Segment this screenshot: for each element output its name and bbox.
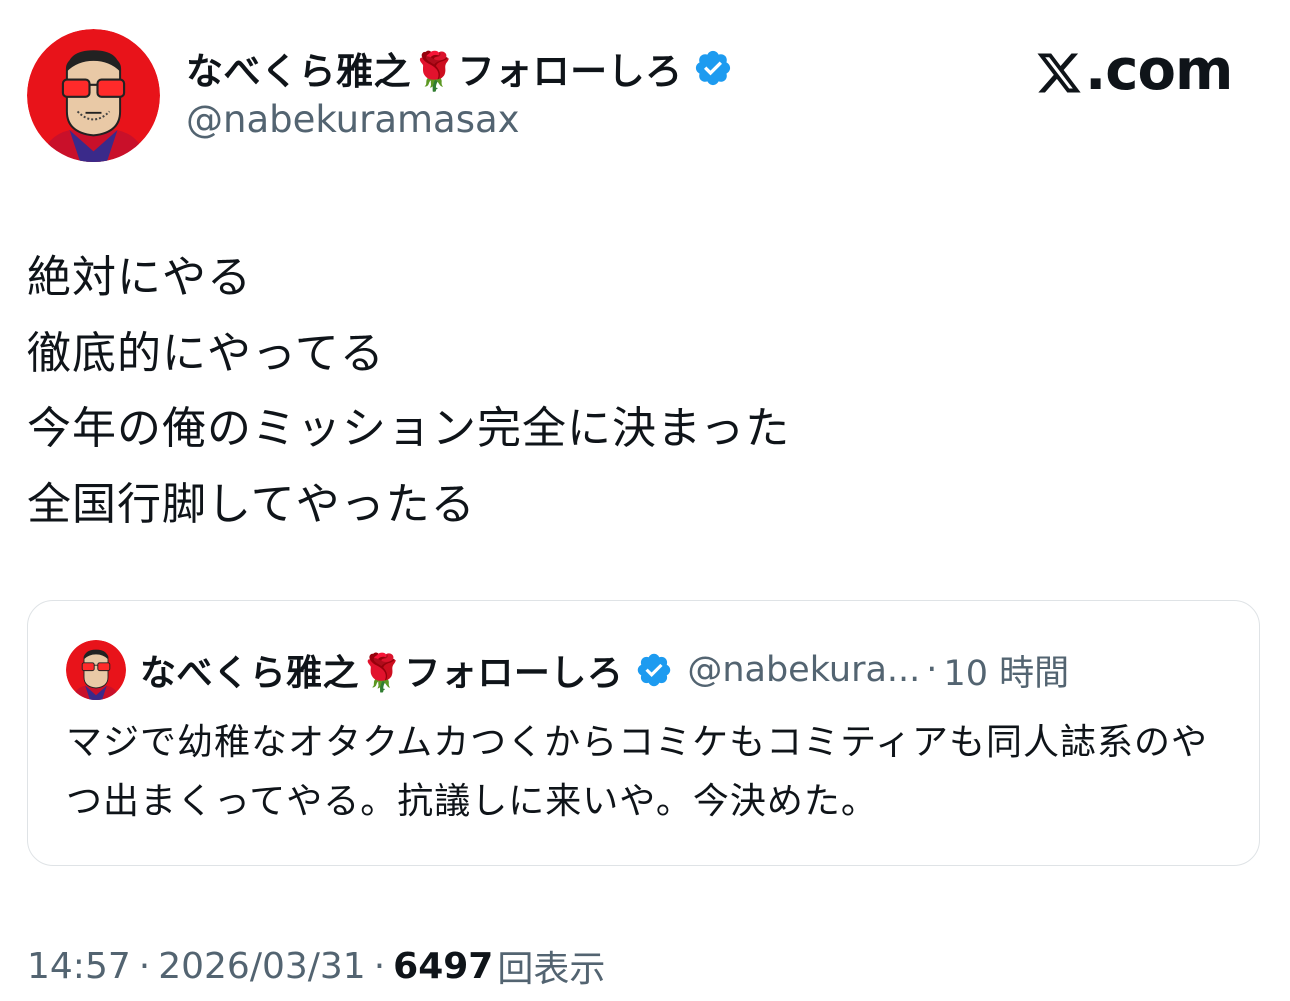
tweet-time[interactable]: 14:57 [27, 946, 131, 987]
quoted-author-avatar [66, 640, 126, 700]
quoted-tweet-card[interactable]: なべくら雅之🌹フォローしろ @nabekura... · 10 時間 マジで幼稚… [27, 600, 1260, 866]
tweet-meta: 14:57 · 2026/03/31 · 6497 回表示 [27, 938, 605, 994]
author-name-row[interactable]: なべくら雅之🌹フォローしろ [186, 40, 733, 96]
quoted-tweet-header: なべくら雅之🌹フォローしろ @nabekura... · 10 時間 [66, 639, 1069, 701]
quoted-tweet-text: マジで幼稚なオタクムカつくからコミケもコミティアも同人誌系のやつ出まくってやる。… [66, 722, 1208, 822]
views-count: 6497 [393, 945, 494, 987]
tweet-line: 今年の俺のミッション完全に決まった [27, 403, 791, 454]
avatar-illustration [27, 29, 160, 162]
quoted-author-name: なべくら雅之🌹フォローしろ [140, 653, 624, 694]
quoted-author-handle: @nabekura... [687, 650, 921, 690]
tweet-line: 全国行脚してやったる [27, 478, 476, 530]
tweet-text: 絶対にやる 徹底的にやってる 今年の俺のミッション完全に決まった 全国行脚してや… [27, 240, 1257, 542]
separator-dot: · [138, 945, 151, 987]
quoted-tweet-time[interactable]: 10 時間 [943, 645, 1069, 696]
separator-dot: · [926, 650, 938, 690]
logo-text: .com [1085, 37, 1233, 103]
views-label: 回表示 [497, 949, 606, 990]
separator-dot: · [373, 945, 386, 987]
tweet-line: 徹底的にやってる [27, 327, 385, 379]
author-display-name: なべくら雅之🌹フォローしろ [186, 50, 683, 93]
author-handle[interactable]: @nabekuramasax [186, 98, 520, 141]
verified-badge-icon [635, 651, 673, 689]
tweet-date[interactable]: 2026/03/31 [158, 946, 366, 987]
x-logo-icon [1035, 46, 1083, 94]
tweet-line: 絶対にやる [27, 252, 252, 303]
verified-badge-icon [693, 48, 733, 88]
author-avatar[interactable] [27, 29, 160, 162]
xcom-logo: .com [1035, 37, 1233, 103]
